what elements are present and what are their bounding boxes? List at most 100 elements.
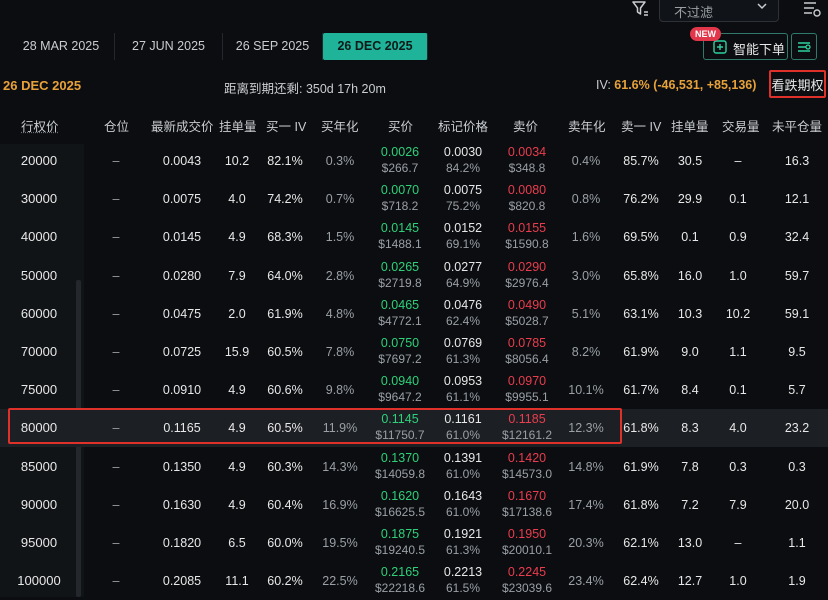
strike-price: 90000 <box>20 496 58 512</box>
ask-price-cell[interactable]: 0.0970 $9955.1 <box>496 374 558 405</box>
header-ask: 卖价 <box>513 120 539 134</box>
tab-26-sep-2025[interactable]: 26 SEP 2025 <box>223 33 323 60</box>
bid-price-cell[interactable]: 0.0465 $4772.1 <box>370 298 430 329</box>
cell-bid-ann: 0.7% <box>325 192 355 207</box>
cell-last: 0.0475 <box>162 306 202 321</box>
table-row[interactable]: 50000 – 0.0280 7.9 64.0% 2.8% 3.0% 65.8% 16.0 1.0… <box>0 257 828 295</box>
ask-price: 0.0785 <box>507 336 547 350</box>
table-row[interactable]: 70000 – 0.0725 15.9 60.5% 7.8% 8.2% 61.9% 9.0 1.1… <box>0 333 828 371</box>
table-row[interactable]: 90000 – 0.1630 4.9 60.4% 16.9% 17.4% 61.8% 7.2 7.… <box>0 486 828 524</box>
bid-price-cell[interactable]: 0.1620 $16625.5 <box>370 489 430 520</box>
cell-bid-ann: 7.8% <box>325 345 355 359</box>
table-row[interactable]: 40000 – 0.0145 4.9 68.3% 1.5% 1.6% 69.5% 0.1 0.9 3… <box>0 218 828 256</box>
cell-bid-iv: 61.9% <box>267 306 303 321</box>
cell-bid-size: 4.9 <box>228 421 246 436</box>
bid-price-cell[interactable]: 0.1370 $14059.8 <box>370 451 430 482</box>
cell-pos: – <box>112 268 120 283</box>
list-settings-icon[interactable] <box>802 0 822 18</box>
mark-price-cell: 0.1391 61.0% <box>436 451 490 482</box>
ask-price-cell[interactable]: 0.0034 $348.8 <box>496 145 558 176</box>
ask-price-cell[interactable]: 0.0290 $2976.4 <box>496 260 558 291</box>
ask-price-cell[interactable]: 0.1670 $17138.6 <box>496 489 558 520</box>
cell-bid-size: 10.2 <box>224 154 250 168</box>
smart-order-label: 智能下单 <box>733 42 786 57</box>
ask-price-cell[interactable]: 0.0490 $5028.7 <box>496 298 558 329</box>
cell-pos: – <box>112 192 120 207</box>
tab-27-jun-2025[interactable]: 27 JUN 2025 <box>115 33 223 60</box>
ask-price-cell[interactable]: 0.1950 $20010.1 <box>496 527 558 558</box>
cell-pos: – <box>112 383 120 398</box>
bid-price: 0.0145 <box>380 221 420 236</box>
mark-price-sub: 69.1% <box>445 237 481 252</box>
ask-price-cell[interactable]: 0.1420 $14573.0 <box>496 451 558 482</box>
tab-28-mar-2025[interactable]: 28 MAR 2025 <box>8 33 115 60</box>
tab-26-dec-2025[interactable]: 26 DEC 2025 <box>323 33 428 60</box>
mark-price-sub: 61.0% <box>445 504 481 519</box>
cell-ask-iv: 63.1% <box>623 306 659 321</box>
header-strike[interactable]: 行权价 <box>21 116 59 134</box>
cell-last: 0.0910 <box>162 383 202 398</box>
mark-price: 0.0152 <box>443 221 483 236</box>
table-row[interactable]: 30000 – 0.0075 4.0 74.2% 0.7% 0.8% 76.2% 29.9 0.1… <box>0 180 828 218</box>
mark-price-sub: 61.5% <box>445 581 481 596</box>
mark-price-cell: 0.2213 61.5% <box>436 565 490 596</box>
ask-price-sub: $12161.2 <box>501 428 553 443</box>
cell-ask-size: 0.1 <box>681 230 699 245</box>
cell-oi: 59.1 <box>784 306 810 321</box>
iv-value: 61.6% (-46,531, +85,136) <box>614 78 757 92</box>
cell-bid-size: 4.9 <box>228 497 246 512</box>
cell-volume: – <box>734 536 742 550</box>
table-row[interactable]: 95000 – 0.1820 6.5 60.0% 19.5% 20.3% 62.1% 13.0 –… <box>0 524 828 562</box>
mark-price-cell: 0.1643 61.0% <box>436 489 490 520</box>
funnel-icon[interactable] <box>631 0 649 18</box>
bid-price-sub: $718.2 <box>381 199 419 214</box>
bid-price-cell[interactable]: 0.0750 $7697.2 <box>370 336 430 367</box>
bid-price-cell[interactable]: 0.0070 $718.2 <box>370 183 430 214</box>
bid-price-cell[interactable]: 0.1145 $11750.7 <box>370 412 430 443</box>
bid-price-sub: $266.7 <box>381 161 419 175</box>
cell-volume: 4.0 <box>729 421 747 436</box>
ask-price: 0.2245 <box>507 565 547 580</box>
bid-price-cell[interactable]: 0.2165 $22218.6 <box>370 565 430 596</box>
ask-price-cell[interactable]: 0.0785 $8056.4 <box>496 336 558 367</box>
bid-price: 0.1875 <box>380 527 420 541</box>
table-row[interactable]: 20000 – 0.0043 10.2 82.1% 0.3% 0.4% 85.7% 30.5 – 1… <box>0 142 828 180</box>
bid-price-cell[interactable]: 0.0026 $266.7 <box>370 145 430 176</box>
bid-price: 0.0070 <box>380 183 420 198</box>
ask-price-cell[interactable]: 0.2245 $23039.6 <box>496 565 558 596</box>
cell-ask-size: 10.3 <box>677 306 703 321</box>
cell-ask-iv: 61.8% <box>623 421 659 436</box>
bid-price: 0.1145 <box>381 412 419 427</box>
bid-price-cell[interactable]: 0.1875 $19240.5 <box>370 527 430 558</box>
ask-price-sub: $17138.6 <box>501 504 553 519</box>
header-ask-iv: 卖一 IV <box>621 120 662 134</box>
filter-dropdown[interactable]: 不过滤 <box>659 0 779 22</box>
cell-volume: 0.1 <box>729 383 747 398</box>
cell-ask-iv: 69.5% <box>623 230 659 245</box>
table-row[interactable]: 60000 – 0.0475 2.0 61.9% 4.8% 5.1% 63.1% 10.3 10.… <box>0 295 828 333</box>
table-row[interactable]: 80000 – 0.1165 4.9 60.5% 11.9% 12.3% 61.8% 8.3 4.… <box>0 409 828 448</box>
ask-price-cell[interactable]: 0.0080 $820.8 <box>496 183 558 214</box>
cell-ask-iv: 61.9% <box>623 345 659 359</box>
cell-bid-size: 7.9 <box>228 268 246 283</box>
cell-ask-size: 13.0 <box>677 536 703 550</box>
table-row[interactable]: 75000 – 0.0910 4.9 60.6% 9.8% 10.1% 61.7% 8.4 0.1… <box>0 371 828 409</box>
bid-price: 0.1370 <box>380 450 420 465</box>
bid-price-cell[interactable]: 0.0940 $9647.2 <box>370 374 430 405</box>
put-options-label[interactable]: 看跌期权 <box>769 70 826 98</box>
table-row[interactable]: 100000 – 0.2085 11.1 60.2% 22.5% 23.4% 62.4% 12.… <box>0 562 828 600</box>
ask-price-cell[interactable]: 0.1185 $12161.2 <box>496 412 558 443</box>
cell-last: 0.1165 <box>163 421 201 436</box>
mark-price-sub: 84.2% <box>445 161 481 175</box>
layout-settings-button[interactable] <box>791 33 817 60</box>
cell-ask-size: 30.5 <box>677 154 703 168</box>
ask-price-cell[interactable]: 0.0155 $1590.8 <box>496 221 558 252</box>
bid-price-sub: $11750.7 <box>375 428 425 443</box>
mark-price-sub: 75.2% <box>445 199 481 214</box>
table-row[interactable]: 85000 – 0.1350 4.9 60.3% 14.3% 14.8% 61.9% 7.8 0.… <box>0 448 828 486</box>
bid-price-cell[interactable]: 0.0145 $1488.1 <box>370 221 430 252</box>
bid-price-cell[interactable]: 0.0265 $2719.8 <box>370 260 430 291</box>
cell-pos: – <box>112 574 120 589</box>
mark-price-sub: 61.3% <box>445 543 481 557</box>
cell-bid-iv: 82.1% <box>267 154 303 168</box>
